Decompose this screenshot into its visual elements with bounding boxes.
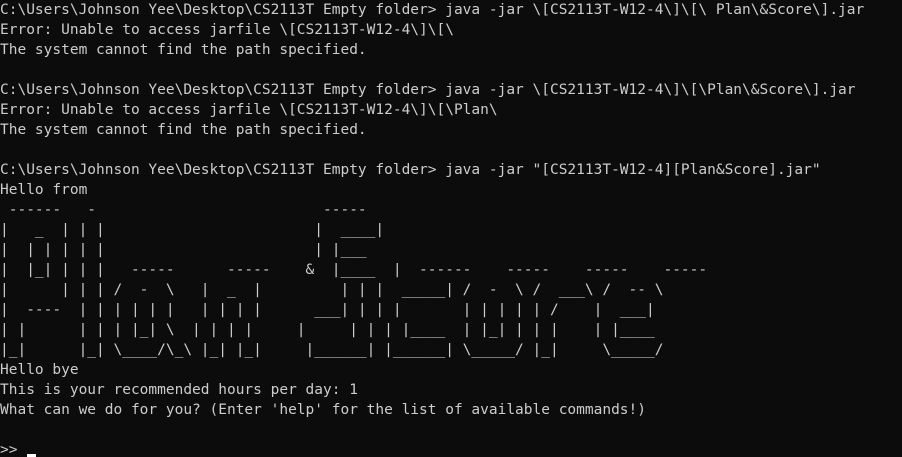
console-window[interactable]: C:\Users\Johnson Yee\Desktop\CS2113T Emp… bbox=[0, 0, 902, 457]
ascii-logo-line: | |_| | | | ----- ----- & |____ | ------… bbox=[0, 262, 708, 278]
ascii-logo-line: |_| |_| \____/\_\ |_| |_| |______| |____… bbox=[0, 342, 664, 358]
console-line: This is your recommended hours per day: … bbox=[0, 382, 358, 398]
ascii-logo-line: | ---- | | | | | | | | | | ___| | | | | … bbox=[0, 302, 655, 318]
console-line: The system cannot find the path specifie… bbox=[0, 122, 367, 138]
console-line: Error: Unable to access jarfile \[CS2113… bbox=[0, 102, 498, 118]
ascii-logo-line: | _ | | | | ____| bbox=[0, 222, 385, 238]
ascii-logo-line: | | | | / - \ | _ | | | | _____| / - \ /… bbox=[0, 282, 664, 298]
input-prompt-row[interactable]: >> bbox=[0, 440, 902, 457]
console-line: Hello from bbox=[0, 182, 88, 198]
ascii-logo-line: | | | | | |_| \ | | | | | | | | |____ | … bbox=[0, 322, 655, 338]
terminal-output: C:\Users\Johnson Yee\Desktop\CS2113T Emp… bbox=[0, 0, 902, 440]
ascii-logo-line: ------ - ----- bbox=[0, 202, 367, 218]
console-line: The system cannot find the path specifie… bbox=[0, 42, 367, 58]
ascii-logo-line: | | | | | | | |___ bbox=[0, 242, 367, 258]
console-line: C:\Users\Johnson Yee\Desktop\CS2113T Emp… bbox=[0, 82, 856, 98]
input-prompt: >> bbox=[0, 442, 18, 457]
console-line: Error: Unable to access jarfile \[CS2113… bbox=[0, 22, 454, 38]
console-line: C:\Users\Johnson Yee\Desktop\CS2113T Emp… bbox=[0, 162, 821, 178]
console-line: C:\Users\Johnson Yee\Desktop\CS2113T Emp… bbox=[0, 2, 865, 18]
console-line: What can we do for you? (Enter 'help' fo… bbox=[0, 402, 647, 418]
console-line: Hello bye bbox=[0, 362, 79, 378]
